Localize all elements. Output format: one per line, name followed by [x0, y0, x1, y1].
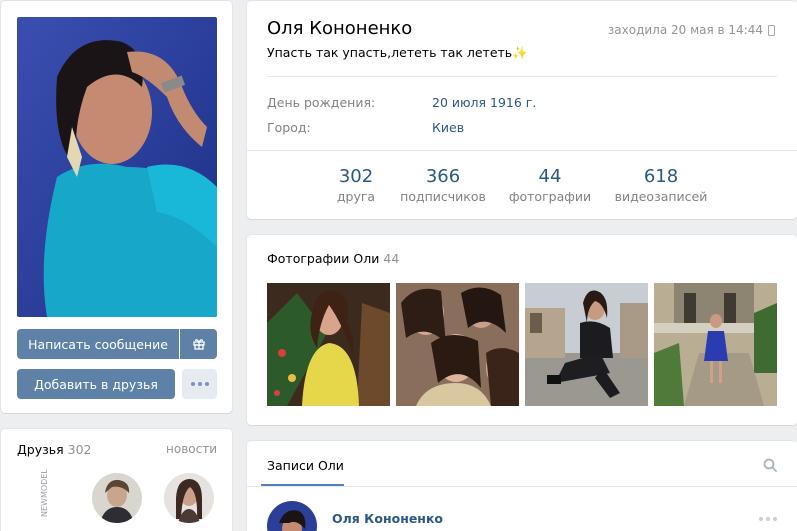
- photos-header[interactable]: Фотографии Оли 44: [267, 251, 399, 266]
- send-gift-button[interactable]: [180, 329, 217, 359]
- divider: [247, 486, 797, 487]
- more-dot: [766, 517, 770, 521]
- photos-title: Фотографии Оли: [267, 251, 380, 266]
- more-dot: [759, 517, 763, 521]
- post-author-name[interactable]: Оля Кононенко: [332, 511, 443, 526]
- more-actions-button[interactable]: [182, 369, 217, 399]
- friends-news-link[interactable]: новости: [166, 442, 217, 456]
- photos-count: 44: [383, 251, 400, 266]
- counter-label: фотографии: [508, 189, 592, 204]
- last-seen-text: заходила 20 мая в 14:44: [607, 23, 763, 37]
- profile-avatar[interactable]: [17, 17, 217, 317]
- more-dot: [773, 517, 777, 521]
- send-message-button[interactable]: Написать сообщение: [17, 329, 179, 359]
- friends-title: Друзья: [17, 442, 64, 457]
- wall-tab[interactable]: Записи Оли: [267, 458, 344, 473]
- profile-info-card: Оля Кононенко заходила 20 мая в 14:44 Уп…: [247, 1, 797, 219]
- svg-text:NEWMODEL: NEWMODEL: [40, 469, 49, 517]
- profile-status[interactable]: Упасть так упасть,лететь так лететь✨: [267, 45, 528, 61]
- mobile-phone-icon: [768, 25, 775, 36]
- counter-number: 44: [538, 166, 562, 187]
- friends-card: Друзья 302 новости NEWMODEL: [1, 429, 232, 531]
- divider: [267, 76, 777, 77]
- friend-avatar[interactable]: [164, 473, 214, 523]
- photo-thumbnail[interactable]: [525, 283, 648, 406]
- friends-header[interactable]: Друзья 302: [17, 442, 92, 457]
- wall-card: Записи Оли Оля Кононенко: [247, 441, 797, 531]
- more-dot: [204, 382, 209, 386]
- friend-avatar[interactable]: [92, 473, 142, 523]
- post-author-avatar[interactable]: [267, 501, 317, 531]
- counter-label: подписчиков: [400, 189, 486, 204]
- send-message-label: Написать сообщение: [28, 336, 168, 352]
- profile-name: Оля Кононенко: [267, 18, 413, 39]
- more-dot: [197, 382, 202, 386]
- city-label: Город:: [267, 120, 311, 135]
- birthday-value[interactable]: 20 июля 1916 г.: [432, 95, 536, 110]
- friends-count: 302: [67, 442, 92, 457]
- photo-thumbnail[interactable]: [654, 283, 777, 406]
- counter-photos[interactable]: 44 фотографии: [495, 166, 605, 204]
- profile-photo-card: Написать сообщение Добавить в друзья: [1, 1, 232, 413]
- photos-card: Фотографии Оли 44: [247, 235, 797, 425]
- counter-followers[interactable]: 366 подписчиков: [388, 166, 498, 204]
- counter-videos[interactable]: 618 видеозаписей: [606, 166, 716, 204]
- post-more-button[interactable]: [759, 517, 777, 521]
- gift-icon: [192, 339, 205, 350]
- photo-thumbnail[interactable]: [267, 283, 390, 406]
- more-dot: [190, 382, 195, 386]
- counter-number: 618: [643, 166, 679, 187]
- add-friend-button[interactable]: Добавить в друзья: [17, 369, 175, 399]
- counter-number: 366: [425, 166, 461, 187]
- search-icon[interactable]: [763, 458, 777, 472]
- birthday-label: День рождения:: [267, 95, 376, 110]
- add-friend-label: Добавить в друзья: [34, 376, 158, 392]
- newmodel-watermark: NEWMODEL: [37, 469, 51, 519]
- counter-label: видеозаписей: [614, 189, 708, 204]
- photo-thumbnail[interactable]: [396, 283, 519, 406]
- divider: [247, 150, 797, 151]
- city-value[interactable]: Киев: [432, 120, 464, 135]
